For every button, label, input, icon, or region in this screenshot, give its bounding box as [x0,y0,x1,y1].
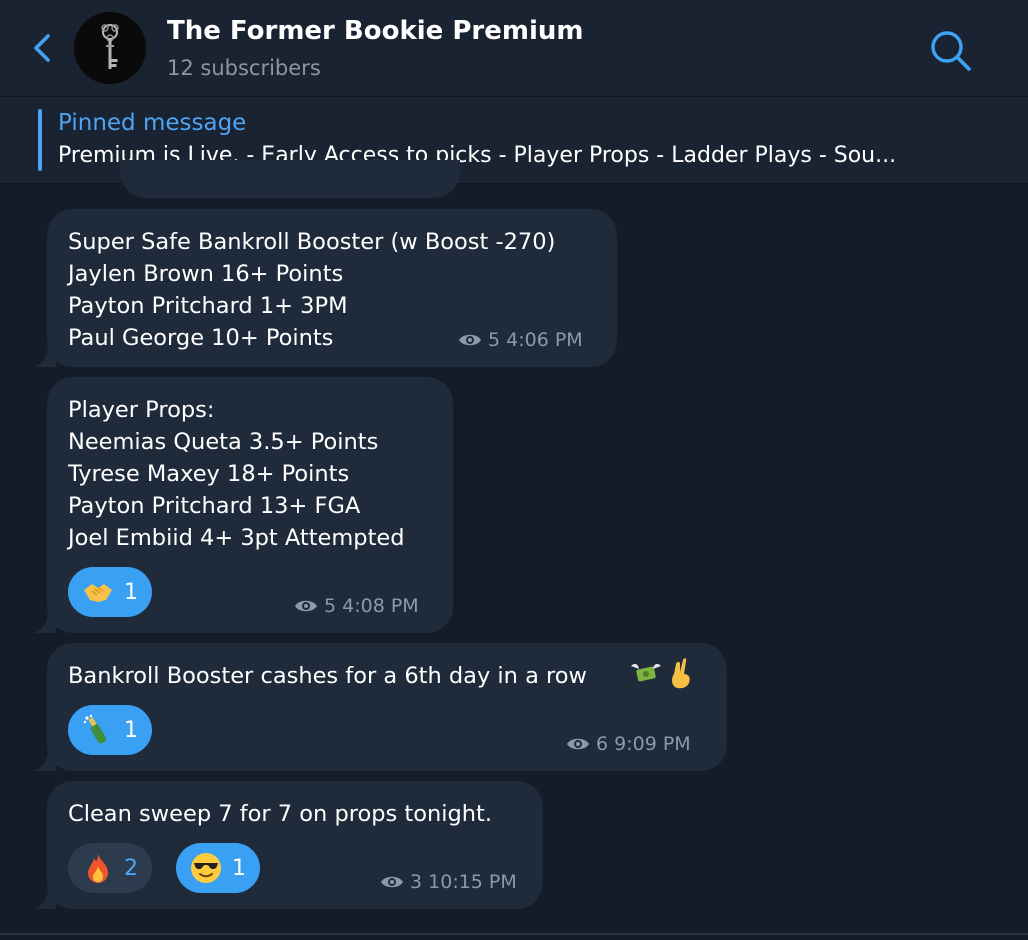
message-time: 9:09 PM [614,733,691,755]
message-line: Tyrese Maxey 18+ Points [68,461,350,487]
pinned-title: Pinned message [58,110,247,136]
reaction-fire-button[interactable]: 2 [68,843,152,893]
key-logo-icon [74,12,146,84]
message-bubble[interactable]: Bankroll Booster cashes for a 6th day in… [47,643,727,771]
reaction-champagne-button[interactable]: 1 [68,705,152,755]
bubble-tail [34,749,56,771]
message-line: Payton Pritchard 1+ 3PM [68,293,348,319]
search-icon[interactable] [926,26,974,74]
handshake-icon [84,584,112,602]
crossed-fingers-icon [672,658,690,689]
chat-header: The Former Bookie Premium 12 subscribers [0,0,1028,97]
message-time: 10:15 PM [428,871,517,893]
message-line: Super Safe Bankroll Booster (w Boost -27… [68,229,556,255]
champagne-icon [83,714,107,744]
message-meta: 5 4:06 PM [458,329,583,351]
bubble-tail [34,345,56,367]
channel-title[interactable]: The Former Bookie Premium [167,16,583,46]
message-bubble[interactable]: Player Props: Neemias Queta 3.5+ Points … [47,377,453,633]
pinned-indicator [38,109,42,171]
message-bubble[interactable]: Clean sweep 7 for 7 on props tonight. 2 … [47,781,543,909]
view-count: 3 [410,871,423,893]
message-line: Neemias Queta 3.5+ Points [68,429,379,455]
message-line: Joel Embiid 4+ 3pt Attempted [68,525,405,551]
message-line: Jaylen Brown 16+ Points [68,261,344,287]
view-count: 5 [324,595,337,617]
eye-icon [381,876,403,888]
message-text: Bankroll Booster cashes for a 6th day in… [68,663,587,689]
message-bubble[interactable]: Super Safe Bankroll Booster (w Boost -27… [47,209,617,367]
eye-icon [459,334,481,346]
message-time: 4:06 PM [506,329,583,351]
message-meta: 5 4:08 PM [294,595,419,617]
view-count: 6 [596,733,609,755]
previous-message-bubble[interactable] [120,160,460,198]
message-line: Paul George 10+ Points [68,325,334,351]
message-time: 4:08 PM [342,595,419,617]
message-meta: 3 10:15 PM [380,871,517,893]
eye-icon [295,600,317,612]
divider [0,933,1028,935]
reaction-cool-face-button[interactable]: 1 [176,843,260,893]
money-with-wings-icon [631,663,661,682]
message-line: Payton Pritchard 13+ FGA [68,493,361,519]
fire-icon [88,854,108,883]
view-count: 5 [488,329,501,351]
bubble-tail [34,887,56,909]
bubble-tail [34,611,56,633]
reaction-count: 1 [124,579,138,605]
reaction-handshake-button[interactable]: 1 [68,567,152,617]
reaction-count: 2 [124,855,138,881]
message-text: Clean sweep 7 for 7 on props tonight. [68,801,493,827]
eye-icon [567,738,589,750]
channel-avatar[interactable] [74,12,146,84]
chevron-left-icon[interactable] [28,30,58,66]
message-meta: 6 9:09 PM [566,733,691,755]
reaction-count: 1 [232,855,246,881]
reaction-count: 1 [124,717,138,743]
subscriber-count: 12 subscribers [167,56,321,80]
message-line: Player Props: [68,397,215,423]
cool-face-icon [191,853,221,883]
